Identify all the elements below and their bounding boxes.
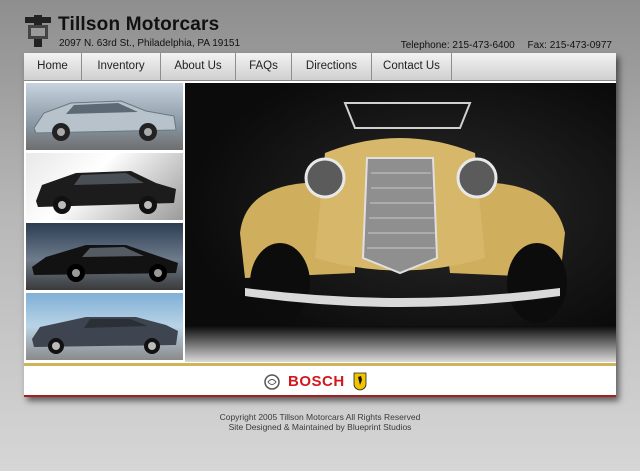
nav-contact-us[interactable]: Contact Us xyxy=(372,53,452,80)
contact-info: Telephone: 215-473-6400 Fax: 215-473-097… xyxy=(391,40,612,51)
hero-image xyxy=(185,83,616,362)
telephone-text: Telephone: 215-473-6400 xyxy=(400,40,515,51)
nav-bar: Home Inventory About Us FAQs Directions … xyxy=(24,53,616,81)
nav-directions[interactable]: Directions xyxy=(292,53,372,80)
nav-about-us[interactable]: About Us xyxy=(161,53,236,80)
car-thumbnail[interactable] xyxy=(26,83,183,150)
hero-floor-reflection xyxy=(185,326,616,362)
logo-icon xyxy=(25,15,51,47)
sponsor-bar: BOSCH xyxy=(24,363,616,397)
car-thumbnail[interactable] xyxy=(26,153,183,220)
thumbnail-column xyxy=(26,83,183,363)
fax-text: Fax: 215-473-0977 xyxy=(527,40,612,51)
main-frame: Home Inventory About Us FAQs Directions … xyxy=(24,53,616,397)
nav-home[interactable]: Home xyxy=(24,53,82,80)
nav-inventory[interactable]: Inventory xyxy=(82,53,161,80)
nav-faqs[interactable]: FAQs xyxy=(236,53,292,80)
site-title[interactable]: Tillson Motorcars xyxy=(58,14,219,36)
car-thumbnail[interactable] xyxy=(26,293,183,360)
car-thumbnail[interactable] xyxy=(26,223,183,290)
bosch-logo-icon xyxy=(264,374,280,390)
copyright-text: Copyright 2005 Tillson Motorcars All Rig… xyxy=(219,412,421,422)
ferrari-shield-icon xyxy=(353,372,367,391)
address-text: 2097 N. 63rd St., Philadelphia, PA 19151 xyxy=(59,38,241,49)
credits-text[interactable]: Site Designed & Maintained by Blueprint … xyxy=(0,422,640,432)
bosch-logo-text: BOSCH xyxy=(288,373,345,390)
